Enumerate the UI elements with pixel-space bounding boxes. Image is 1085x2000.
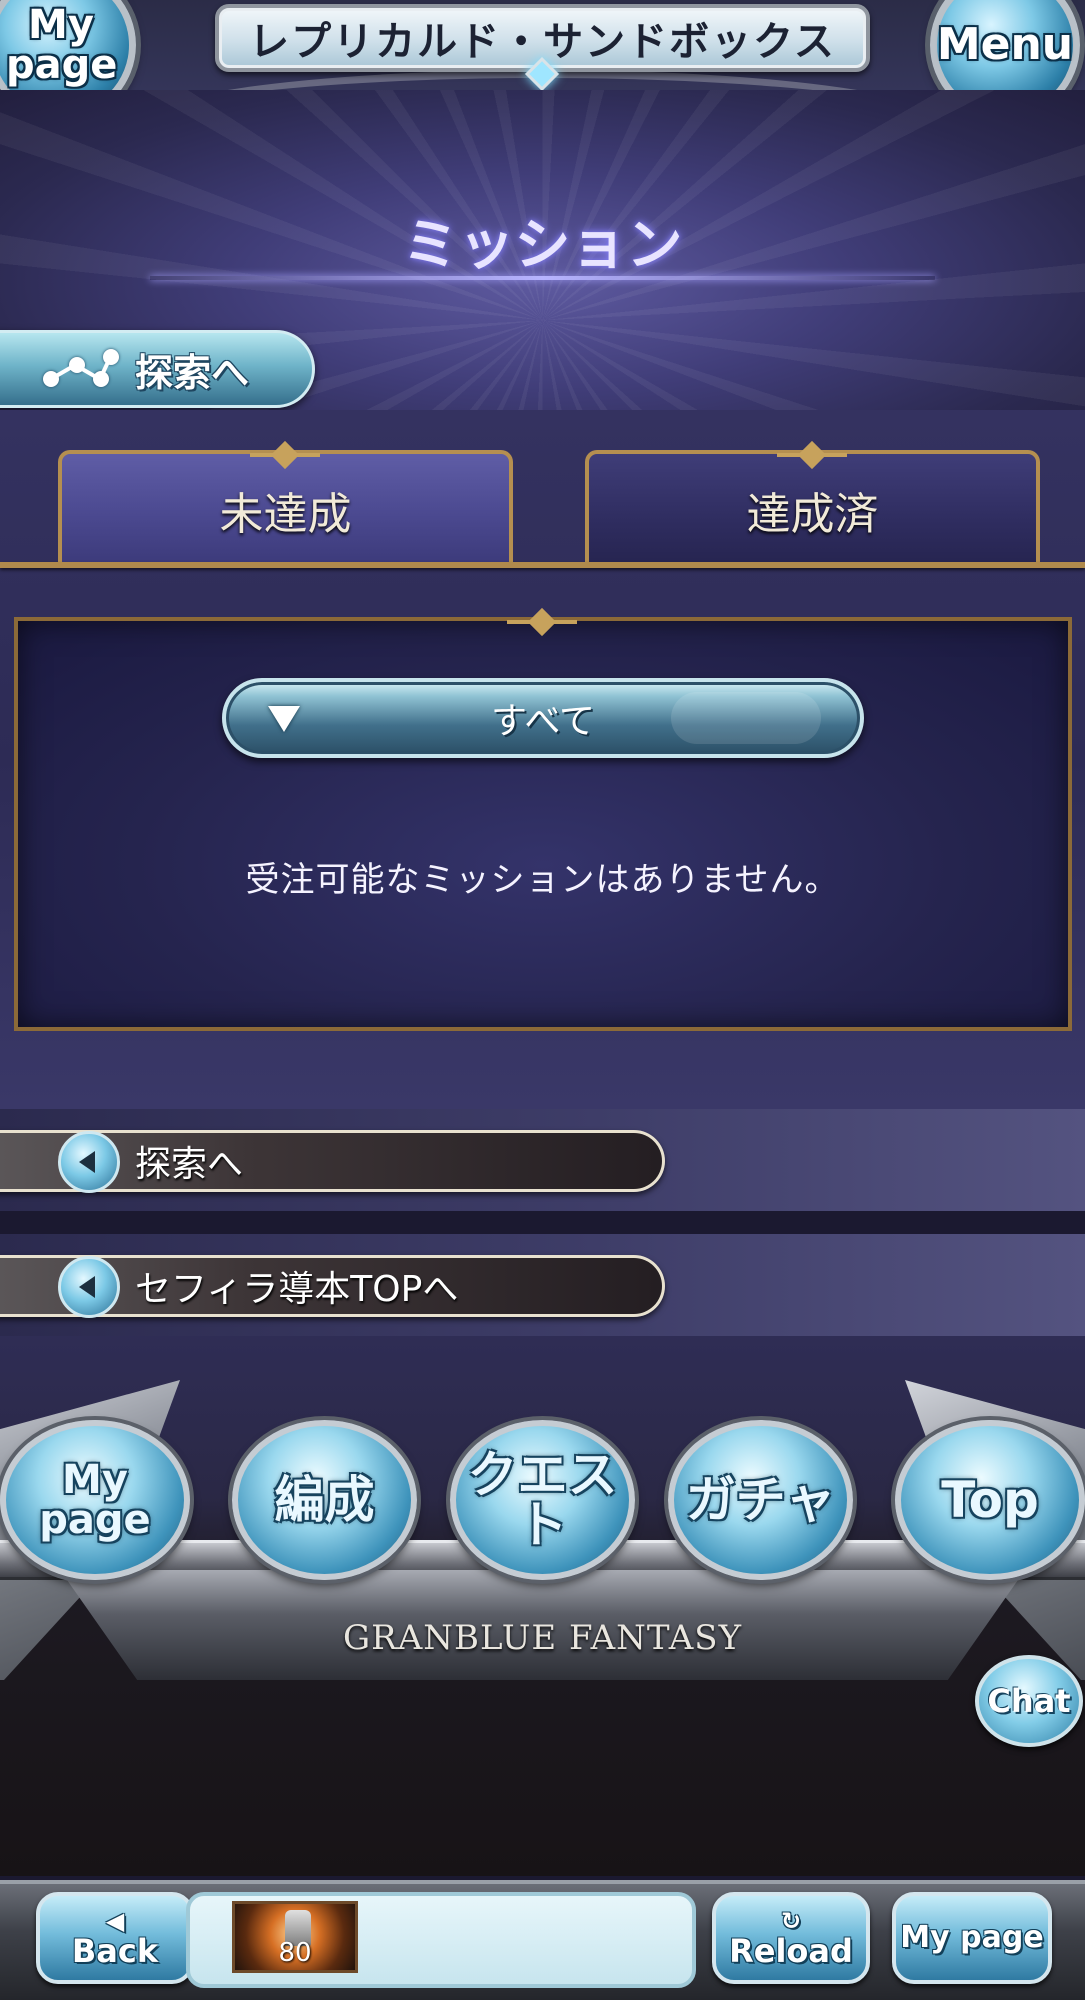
reload-button-label: Reload <box>729 1932 853 1970</box>
filter-selected-value: すべて <box>490 701 596 742</box>
link-explore-label: 探索へ <box>135 1144 244 1185</box>
game-logo: GRANBLUE FANTASY <box>342 1618 743 1658</box>
bar-mypage-label: My page <box>900 1920 1044 1955</box>
back-arrow-icon <box>58 1256 120 1318</box>
back-button-label: Back <box>71 1932 159 1970</box>
tab-completed-label: 達成済 <box>746 488 879 540</box>
banner-title: ミッション <box>402 213 683 278</box>
reload-icon: ↻ <box>780 1907 802 1935</box>
tab-incomplete-label: 未達成 <box>219 488 352 540</box>
back-arrow-icon: ◀ <box>105 1907 125 1935</box>
header-mypage-label: My page <box>6 2 118 88</box>
link-explore[interactable]: 探索へ <box>0 1130 665 1193</box>
link-sephira-top[interactable]: セフィラ導本TOPへ <box>0 1255 665 1318</box>
nav-gacha-button[interactable]: ガチャ <box>668 1420 853 1580</box>
nav-gacha-label: ガチャ <box>685 1471 836 1529</box>
link-sephira-top-label: セフィラ導本TOPへ <box>135 1269 459 1310</box>
item-thumbnail[interactable]: 80 <box>232 1901 358 1973</box>
nav-top-label: Top <box>941 1471 1039 1529</box>
mission-filter-select[interactable]: すべて <box>222 678 864 758</box>
empty-mission-message: 受注可能なミッションはありません。 <box>245 860 840 900</box>
nodes-icon <box>41 349 121 389</box>
chat-button-label: Chat <box>987 1682 1071 1720</box>
nav-mypage-label: My page <box>39 1457 151 1543</box>
nav-formation-button[interactable]: 編成 <box>232 1420 417 1580</box>
back-arrow-icon <box>58 1131 120 1193</box>
explore-button[interactable]: 探索へ <box>0 330 315 408</box>
chat-button[interactable]: Chat <box>975 1655 1083 1747</box>
panel-ornament-icon <box>507 612 577 632</box>
tab-baseline <box>0 562 1085 568</box>
tab-ornament-icon <box>250 445 320 465</box>
explore-button-label: 探索へ <box>135 350 250 395</box>
nav-mypage-button[interactable]: My page <box>0 1420 190 1580</box>
tab-ornament-icon <box>777 445 847 465</box>
nav-quest-label: クエスト <box>467 1446 618 1554</box>
header-menu-label: Menu <box>936 19 1074 70</box>
bar-mypage-button[interactable]: My page <box>892 1892 1052 1984</box>
back-button[interactable]: ◀ Back <box>36 1892 194 1984</box>
nav-top-button[interactable]: Top <box>895 1420 1085 1580</box>
reload-button[interactable]: ↻ Reload <box>712 1892 870 1984</box>
nav-quest-button[interactable]: クエスト <box>450 1420 635 1580</box>
item-count: 80 <box>278 1938 312 1968</box>
nav-formation-label: 編成 <box>274 1471 375 1529</box>
